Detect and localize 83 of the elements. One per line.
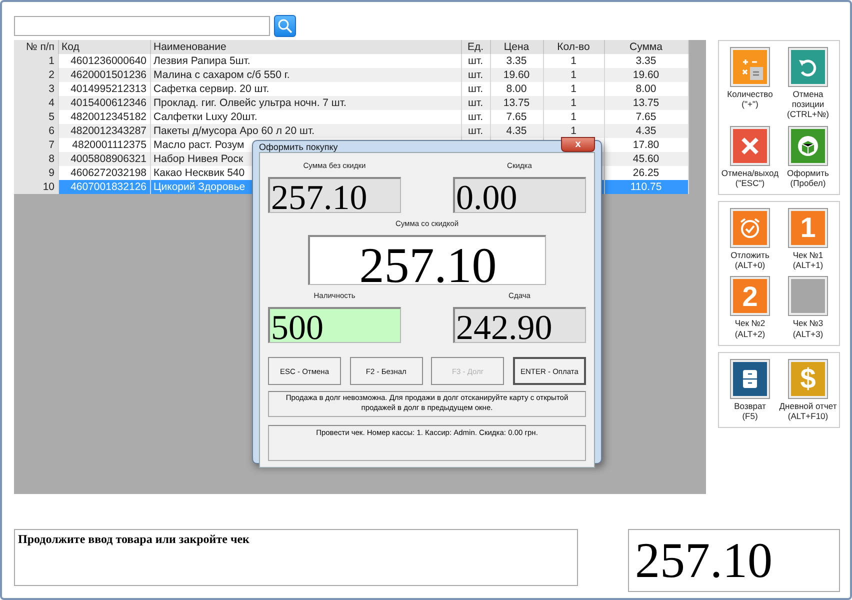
- table-cell: 4014995212313: [58, 82, 150, 96]
- table-cell: Салфетки Luxy 20шт.: [150, 110, 461, 124]
- table-cell: шт.: [461, 110, 490, 124]
- total-display: 257.10: [628, 529, 840, 592]
- column-header[interactable]: Ед.: [461, 40, 490, 54]
- action-button[interactable]: Отложить (ALT+0): [721, 208, 779, 270]
- action-button[interactable]: 1 Чек №1 (ALT+1): [779, 208, 837, 270]
- table-cell: 8: [14, 152, 58, 166]
- message-text: Продолжите ввод товара или закройте чек: [14, 529, 578, 586]
- table-cell: 4820001112375: [58, 138, 150, 152]
- table-cell: шт.: [461, 96, 490, 110]
- table-cell: 7.65: [604, 110, 688, 124]
- table-cell: 4.35: [490, 124, 543, 138]
- amount-display: 257.10: [268, 177, 401, 213]
- table-cell: 4606272032198: [58, 166, 150, 180]
- table-cell: 7: [14, 138, 58, 152]
- table-cell: 4: [14, 96, 58, 110]
- table-cell: 4820012343287: [58, 124, 150, 138]
- table-cell: 8.00: [490, 82, 543, 96]
- close-button[interactable]: x: [561, 137, 595, 152]
- table-cell: 1: [543, 96, 604, 110]
- table-cell: 4005808906321: [58, 152, 150, 166]
- table-cell: 7.65: [490, 110, 543, 124]
- table-cell: Лезвия Рапира 5шт.: [150, 54, 461, 68]
- table-cell: шт.: [461, 124, 490, 138]
- action-button[interactable]: Возврат (F5): [721, 358, 779, 422]
- amount-display: 257.10: [308, 235, 546, 285]
- table-cell: Пакеты д/мусора Аро 60 л 20 шт.: [150, 124, 461, 138]
- table-cell: 4620001501236: [58, 68, 150, 82]
- column-header[interactable]: Код: [58, 40, 150, 54]
- table-cell: 1: [543, 54, 604, 68]
- table-cell: 4601236000640: [58, 54, 150, 68]
- action-button[interactable]: Оформить (Пробел): [779, 126, 837, 188]
- action-button[interactable]: $ Дневной отчет (ALT+F10): [779, 358, 837, 422]
- table-cell: 110.75: [604, 180, 688, 194]
- table-cell: 3.35: [490, 54, 543, 68]
- table-cell: 17.80: [604, 138, 688, 152]
- table-cell: 3: [14, 82, 58, 96]
- search-icon: [277, 18, 293, 34]
- search-button[interactable]: [274, 15, 296, 37]
- table-cell: 1: [14, 54, 58, 68]
- column-header[interactable]: Сумма: [604, 40, 688, 54]
- cash-input-field[interactable]: 500: [268, 307, 401, 343]
- table-cell: 2: [14, 68, 58, 82]
- table-cell: шт.: [461, 54, 490, 68]
- action-button[interactable]: 2 Чек №2 (ALT+2): [721, 276, 779, 339]
- action-button[interactable]: Отмена позиции (CTRL+№): [779, 47, 837, 120]
- table-cell: 1: [543, 124, 604, 138]
- action-button[interactable]: Отмена/выход ("ESC"): [721, 126, 779, 188]
- action-button[interactable]: Чек №3 (ALT+3): [779, 276, 837, 339]
- column-header[interactable]: Цена: [490, 40, 543, 54]
- search-field[interactable]: [14, 16, 270, 36]
- table-cell: 1: [543, 110, 604, 124]
- column-header[interactable]: Наименование: [150, 40, 461, 54]
- table-cell: Проклад. гиг. Олвейс ультра ночн. 7 шт.: [150, 96, 461, 110]
- table-cell: 1: [543, 68, 604, 82]
- table-cell: Сафетка сервир. 20 шт.: [150, 82, 461, 96]
- amount-display: 242.90: [453, 307, 586, 343]
- table-cell: 10: [14, 180, 58, 194]
- table-cell: шт.: [461, 82, 490, 96]
- table-cell: шт.: [461, 68, 490, 82]
- table-cell: 13.75: [604, 96, 688, 110]
- table-cell: Малина с сахаром с/б 550 г.: [150, 68, 461, 82]
- column-header[interactable]: Кол-во: [543, 40, 604, 54]
- amount-display: 0.00: [453, 177, 586, 213]
- table-cell: 19.60: [490, 68, 543, 82]
- table-cell: 6: [14, 124, 58, 138]
- table-cell: 19.60: [604, 68, 688, 82]
- table-cell: 5: [14, 110, 58, 124]
- table-cell: 4607001832126: [58, 180, 150, 194]
- dialog-title: Оформить покупку: [259, 142, 338, 152]
- table-cell: 26.25: [604, 166, 688, 180]
- table-cell: 3.35: [604, 54, 688, 68]
- action-button[interactable]: Количество ("+"): [721, 47, 779, 120]
- table-cell: 4820012345182: [58, 110, 150, 124]
- column-header[interactable]: № п/п: [14, 40, 58, 54]
- table-cell: 4.35: [604, 124, 688, 138]
- table-cell: 45.60: [604, 152, 688, 166]
- table-cell: 9: [14, 166, 58, 180]
- table-cell: 1: [543, 82, 604, 96]
- table-cell: 4015400612346: [58, 96, 150, 110]
- table-cell: 8.00: [604, 82, 688, 96]
- table-cell: 13.75: [490, 96, 543, 110]
